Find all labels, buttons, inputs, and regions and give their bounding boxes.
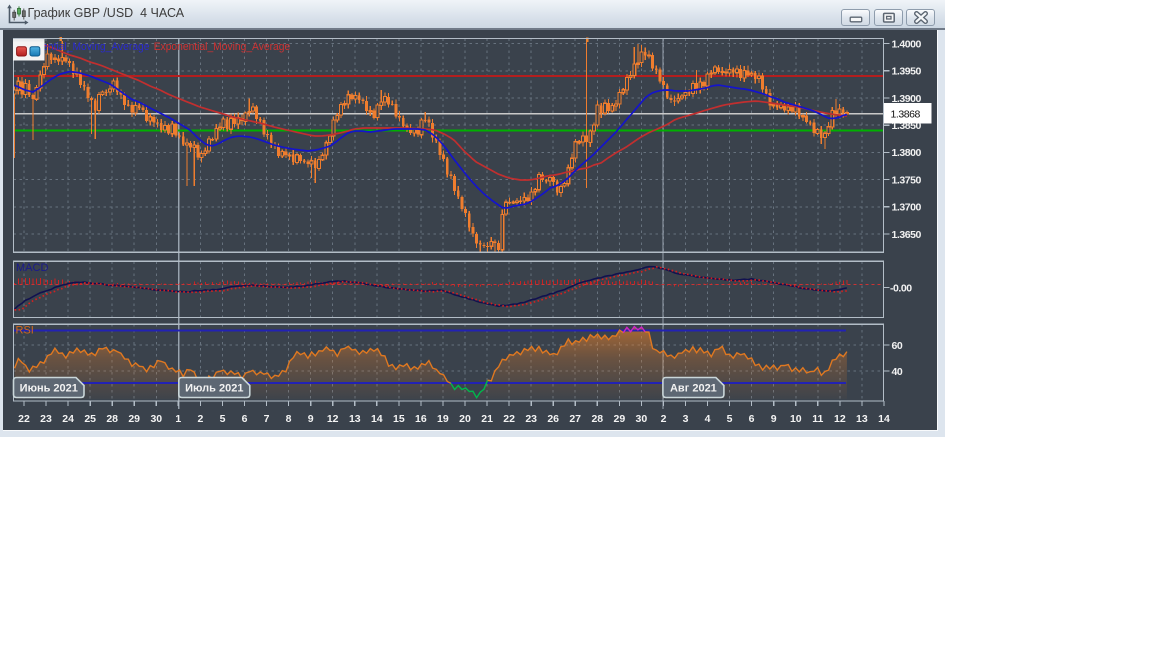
svg-text:60: 60 (892, 340, 903, 352)
svg-text:23: 23 (525, 413, 537, 425)
svg-text:13: 13 (349, 413, 361, 425)
svg-text:12: 12 (834, 413, 846, 425)
svg-text:14: 14 (371, 413, 383, 425)
svg-text:2: 2 (197, 413, 203, 425)
svg-text:11: 11 (812, 413, 823, 425)
svg-text:29: 29 (128, 413, 140, 425)
svg-text:1.3700: 1.3700 (892, 202, 922, 214)
svg-text:13: 13 (856, 413, 868, 425)
svg-text:1.3800: 1.3800 (892, 147, 922, 159)
svg-text:6: 6 (242, 413, 248, 425)
svg-text:22: 22 (503, 413, 515, 425)
svg-text:21: 21 (481, 413, 493, 425)
svg-text:9: 9 (771, 413, 777, 425)
svg-text:9: 9 (308, 413, 314, 425)
svg-text:7: 7 (264, 413, 270, 425)
svg-text:4: 4 (705, 413, 711, 425)
svg-text:MACD: MACD (16, 262, 48, 274)
svg-text:1.3650: 1.3650 (892, 229, 922, 241)
svg-text:16: 16 (415, 413, 427, 425)
svg-text:1.3868: 1.3868 (891, 109, 921, 121)
svg-text:2: 2 (661, 413, 667, 425)
svg-text:8: 8 (286, 413, 292, 425)
svg-text:27: 27 (569, 413, 581, 425)
svg-text:Июль 2021: Июль 2021 (185, 383, 243, 395)
svg-text:28: 28 (106, 413, 118, 425)
svg-text:-0.00: -0.00 (890, 282, 912, 294)
svg-text:6: 6 (749, 413, 755, 425)
svg-text:Июнь 2021: Июнь 2021 (20, 383, 78, 395)
svg-text:1.4000: 1.4000 (892, 38, 922, 50)
svg-text:1: 1 (175, 413, 181, 425)
svg-text:22: 22 (18, 413, 30, 425)
svg-text:14: 14 (878, 413, 890, 425)
svg-text:1.3750: 1.3750 (892, 174, 922, 186)
svg-text:30: 30 (150, 413, 162, 425)
svg-text:30: 30 (636, 413, 648, 425)
svg-text:25: 25 (84, 413, 96, 425)
svg-text:5: 5 (727, 413, 733, 425)
svg-text:20: 20 (459, 413, 471, 425)
svg-text:28: 28 (591, 413, 603, 425)
svg-text:RSI: RSI (16, 324, 34, 336)
svg-text:29: 29 (614, 413, 626, 425)
svg-text:23: 23 (40, 413, 52, 425)
svg-text:10: 10 (790, 413, 802, 425)
svg-text:Авг 2021: Авг 2021 (670, 383, 717, 395)
svg-text:26: 26 (547, 413, 559, 425)
svg-text:3: 3 (683, 413, 689, 425)
svg-text:1.3950: 1.3950 (892, 66, 922, 78)
svg-text:5: 5 (220, 413, 226, 425)
svg-text:24: 24 (62, 413, 74, 425)
svg-text:15: 15 (393, 413, 405, 425)
svg-text:19: 19 (437, 413, 449, 425)
svg-text:12: 12 (327, 413, 339, 425)
svg-text:40: 40 (892, 366, 903, 378)
svg-text:Exponential_Moving_Average: Exponential_Moving_Average (154, 41, 291, 53)
